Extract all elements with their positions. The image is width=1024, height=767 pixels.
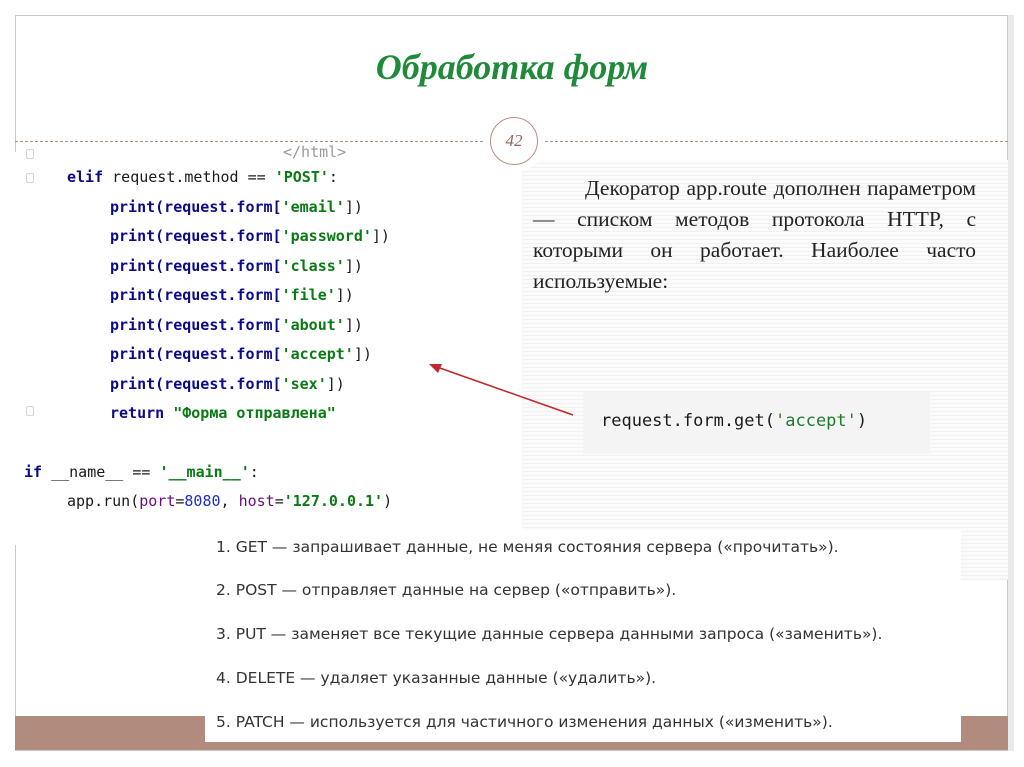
- code-line-print-about: print(request.form['about']): [110, 316, 363, 334]
- code-line-app-run: app.run(port=8080, host='127.0.0.1'): [67, 492, 393, 510]
- code-line-print-accept: print(request.form['accept']): [110, 345, 372, 363]
- page-number: 42: [490, 117, 538, 165]
- code-screenshot: </html> elif request.method == 'POST': p…: [15, 143, 522, 545]
- code-line-elif: elif request.method == 'POST':: [67, 168, 338, 186]
- code-line-return: return "Форма отправлена": [110, 404, 336, 422]
- fold-marker-icon: [26, 149, 34, 159]
- code-snippet-get: request.form.get('accept'): [583, 392, 930, 454]
- http-methods-list: 1. GET — запрашивает данные, не меняя со…: [205, 530, 961, 742]
- code-line-print-file: print(request.form['file']): [110, 286, 354, 304]
- pointer-arrow-icon: [429, 364, 574, 416]
- code-line-if-main: if __name__ == '__main__':: [24, 463, 259, 481]
- list-item: 3. PUT — заменяет все текущие данные сер…: [216, 625, 883, 643]
- frame-shadow: [1008, 15, 1014, 751]
- code-line-print-sex: print(request.form['sex']): [110, 375, 345, 393]
- list-item: 5. PATCH — используется для частичного и…: [216, 713, 833, 731]
- code-line-print-class: print(request.form['class']): [110, 257, 363, 275]
- list-item: 2. POST — отправляет данные на сервер («…: [216, 581, 677, 599]
- code-line-html-close: </html>: [283, 143, 347, 161]
- snippet-code: request.form.get('accept'): [601, 411, 868, 431]
- fold-marker-icon: [26, 173, 34, 183]
- list-item: 1. GET — запрашивает данные, не меняя со…: [216, 538, 839, 556]
- code-line-print-email: print(request.form['email']): [110, 198, 363, 216]
- list-item: 4. DELETE — удаляет указанные данные («у…: [216, 669, 657, 687]
- code-line-print-password: print(request.form['password']): [110, 227, 390, 245]
- description-text: Декоратор app.route дополнен параметром …: [533, 176, 976, 293]
- slide-title: Обработка форм: [375, 47, 649, 87]
- fold-marker-icon: [26, 406, 34, 416]
